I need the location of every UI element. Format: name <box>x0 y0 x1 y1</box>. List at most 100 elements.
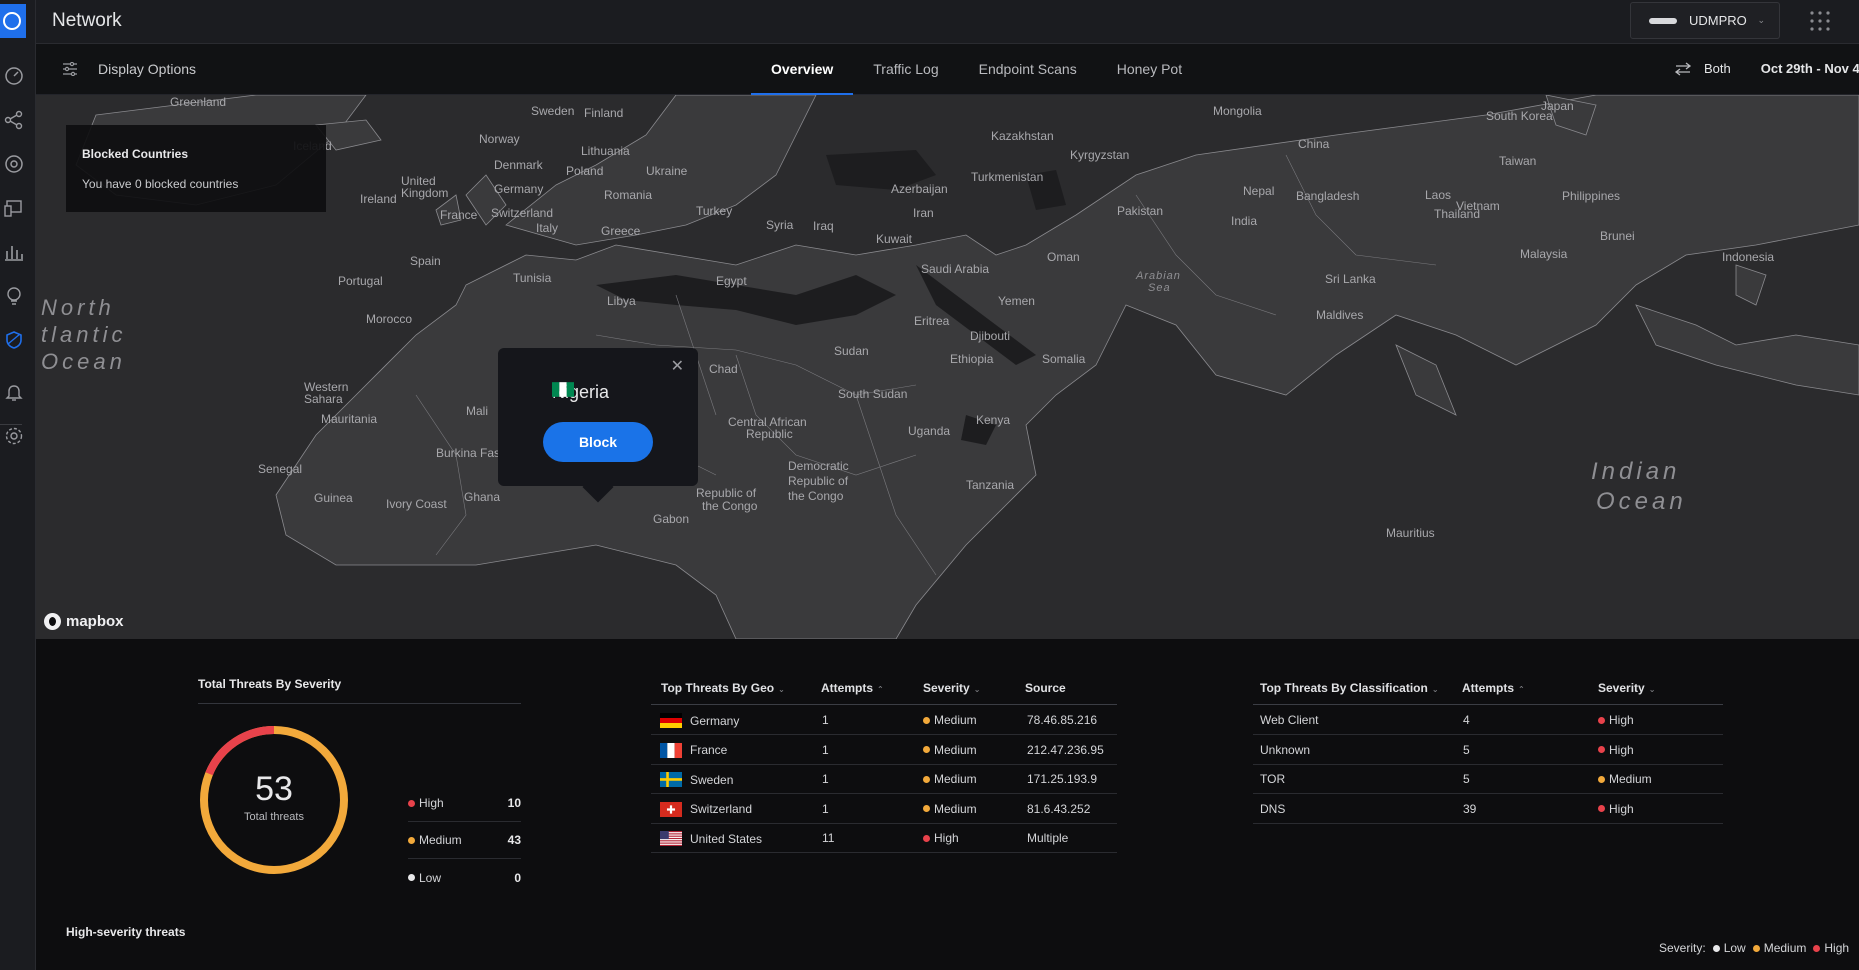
sidebar <box>0 0 36 970</box>
devices-icon[interactable] <box>0 150 28 178</box>
statistics-icon[interactable] <box>0 238 28 266</box>
svg-text:Kingdom: Kingdom <box>401 186 448 200</box>
class-attempts-cell: 4 <box>1463 713 1470 727</box>
total-threats-label: Total threats <box>244 811 304 823</box>
severity-dot-icon <box>1598 775 1605 783</box>
tab-traffic-log[interactable]: Traffic Log <box>853 44 958 95</box>
classification-table-row[interactable]: DNS 39 High <box>1253 794 1723 824</box>
medium-dot-icon <box>1752 944 1760 952</box>
svg-text:Greenland: Greenland <box>170 95 226 109</box>
se-flag-icon <box>660 772 682 787</box>
geo-table-row[interactable]: Sweden 1 Medium 171.25.193.9 <box>651 764 1117 794</box>
clients-icon[interactable] <box>0 194 28 222</box>
close-icon[interactable]: ✕ <box>671 356 684 376</box>
svg-text:Republic of: Republic of <box>696 486 757 500</box>
severity-legend: Severity: Low Medium High <box>1659 941 1849 955</box>
classification-table-row[interactable]: TOR 5 Medium <box>1253 764 1723 794</box>
svg-text:Libya: Libya <box>607 294 636 308</box>
geo-table-row[interactable]: France 1 Medium 212.47.236.95 <box>651 735 1117 765</box>
severity-dot-icon <box>923 775 930 783</box>
severity-dot-icon <box>923 716 930 724</box>
tab-honey-pot[interactable]: Honey Pot <box>1097 44 1202 95</box>
svg-text:Spain: Spain <box>410 254 441 268</box>
class-name-cell: DNS <box>1260 801 1286 816</box>
tab-overview[interactable]: Overview <box>751 44 854 95</box>
direction-filter[interactable]: Both <box>1704 61 1731 76</box>
settings-icon[interactable] <box>0 422 28 450</box>
display-options-button[interactable]: Display Options <box>62 61 196 77</box>
geo-severity-cell: Medium <box>923 772 977 786</box>
apps-grid-icon[interactable] <box>1809 10 1831 32</box>
svg-text:Pakistan: Pakistan <box>1117 204 1163 218</box>
class-header-attempts[interactable]: Attempts ⌃ <box>1462 681 1525 695</box>
svg-text:North: North <box>41 295 115 320</box>
device-name: UDMPRO <box>1689 13 1747 28</box>
geo-attempts-cell: 1 <box>822 801 829 816</box>
device-selector[interactable]: UDMPRO ⌄ <box>1630 2 1780 39</box>
class-name-cell: TOR <box>1260 772 1286 786</box>
severity-row-value: 43 <box>507 833 521 847</box>
svg-text:Kyrgyzstan: Kyrgyzstan <box>1070 148 1129 162</box>
svg-text:Nepal: Nepal <box>1243 184 1274 198</box>
mapbox-attribution[interactable]: mapbox <box>44 613 124 630</box>
geo-source-cell: 212.47.236.95 <box>1027 742 1104 757</box>
ubiquiti-logo[interactable] <box>0 4 26 38</box>
legend-item-medium: Medium <box>1752 941 1806 955</box>
threat-management-icon[interactable] <box>0 326 28 354</box>
class-header-severity[interactable]: Severity ⌄ <box>1598 681 1655 695</box>
svg-text:Saudi Arabia: Saudi Arabia <box>921 262 989 276</box>
svg-text:Oman: Oman <box>1047 250 1080 264</box>
block-country-button[interactable]: Block <box>543 422 653 462</box>
svg-text:Ghana: Ghana <box>464 490 500 504</box>
geo-table-row[interactable]: United States 11 High Multiple <box>651 823 1117 853</box>
svg-text:Tanzania: Tanzania <box>966 478 1014 492</box>
geo-country-cell: Switzerland <box>660 801 752 817</box>
geo-attempts-cell: 11 <box>822 831 835 845</box>
svg-text:Iraq: Iraq <box>813 219 834 233</box>
tab-endpoint-scans[interactable]: Endpoint Scans <box>959 44 1097 95</box>
filter-controls: Both Oct 29th - Nov 4th <box>1674 61 1859 76</box>
svg-text:the Congo: the Congo <box>702 499 758 513</box>
classification-table-row[interactable]: Unknown 5 High <box>1253 735 1723 765</box>
class-header-name[interactable]: Top Threats By Classification ⌄ <box>1260 681 1439 695</box>
svg-text:Indonesia: Indonesia <box>1722 250 1774 264</box>
svg-text:Turkey: Turkey <box>696 204 732 218</box>
svg-text:Ocean: Ocean <box>41 349 126 374</box>
svg-text:Mali: Mali <box>466 404 488 418</box>
class-attempts-cell: 5 <box>1463 772 1470 786</box>
geo-attempts-cell: 1 <box>822 772 829 786</box>
geo-table-row[interactable]: Germany 1 Medium 78.46.85.216 <box>651 705 1117 735</box>
date-range-picker[interactable]: Oct 29th - Nov 4th <box>1761 61 1859 76</box>
severity-row-medium: Medium 43 <box>408 822 521 859</box>
svg-text:Eritrea: Eritrea <box>914 314 950 328</box>
svg-text:Portugal: Portugal <box>338 274 383 288</box>
classification-table-row[interactable]: Web Client 4 High <box>1253 705 1723 735</box>
topology-icon[interactable] <box>0 106 28 134</box>
threat-map[interactable]: GreenlandIceland SwedenFinland NorwayDen… <box>36 95 1859 639</box>
alerts-icon[interactable] <box>0 378 28 406</box>
geo-severity-cell: Medium <box>923 802 977 816</box>
severity-legend-label: Severity: <box>1659 941 1706 955</box>
dashboard-icon[interactable] <box>0 62 28 90</box>
insights-icon[interactable] <box>0 282 28 310</box>
ch-flag-icon <box>660 801 682 817</box>
svg-text:Brunei: Brunei <box>1600 229 1635 243</box>
geo-country-cell: Germany <box>660 713 739 728</box>
geo-header-severity[interactable]: Severity ⌄ <box>923 681 980 695</box>
svg-text:Azerbaijan: Azerbaijan <box>891 182 948 196</box>
svg-text:Arabian: Arabian <box>1135 270 1181 282</box>
class-name-cell: Web Client <box>1260 713 1319 727</box>
geo-header-country[interactable]: Top Threats By Geo ⌄ <box>661 681 785 695</box>
swap-arrows-icon[interactable] <box>1674 61 1692 76</box>
geo-source-cell: 81.6.43.252 <box>1027 801 1091 816</box>
total-threats-value: 53 <box>255 770 293 808</box>
severity-row-high: High 10 <box>408 785 521 822</box>
svg-text:Republic: Republic <box>746 427 793 441</box>
geo-header-attempts[interactable]: Attempts ⌃ <box>821 681 884 695</box>
svg-text:Sea: Sea <box>1148 282 1171 294</box>
geo-table-row[interactable]: Switzerland 1 Medium 81.6.43.252 <box>651 794 1117 824</box>
svg-text:Egypt: Egypt <box>716 274 747 288</box>
high-dot-icon <box>1813 944 1821 952</box>
class-attempts-cell: 5 <box>1463 742 1470 757</box>
severity-row-value: 10 <box>507 796 521 810</box>
